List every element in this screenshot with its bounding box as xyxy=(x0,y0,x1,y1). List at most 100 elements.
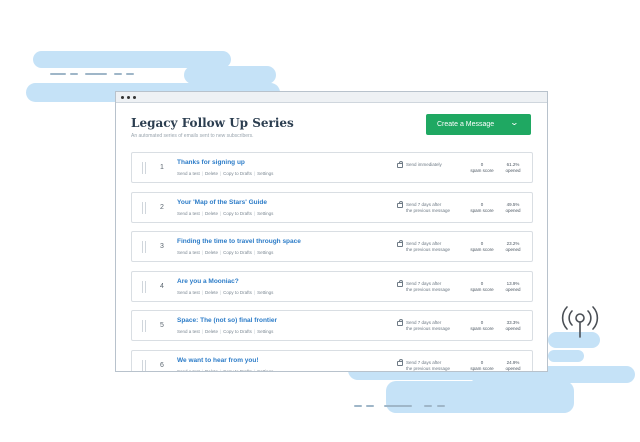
create-message-label: Create a Message xyxy=(437,121,495,128)
settings-link[interactable]: Settings xyxy=(257,290,273,295)
send-test-link[interactable]: Send a test xyxy=(177,250,200,255)
opened-rate-label: opened xyxy=(505,365,521,371)
copy-to-drafts-link[interactable]: Copy to Drafts xyxy=(223,290,252,295)
send-schedule-line1: Send 7 days after xyxy=(406,280,442,286)
send-test-link[interactable]: Send a test xyxy=(177,290,200,295)
message-title-link[interactable]: Are you a Mooniac? xyxy=(177,278,239,285)
copy-to-drafts-link[interactable]: Copy to Drafts xyxy=(223,171,252,176)
message-number: 1 xyxy=(160,164,164,171)
opened-rate-label: opened xyxy=(505,247,521,252)
message-row[interactable]: 3 Finding the time to travel through spa… xyxy=(131,231,533,262)
send-schedule: Send 7 days after the previous message xyxy=(406,241,466,253)
window-dot-icon xyxy=(133,95,136,99)
opened-rate-label: opened xyxy=(505,326,521,331)
spam-score-label: spam score xyxy=(470,247,494,252)
message-row[interactable]: 4 Are you a Mooniac? Send a test | Delete |… xyxy=(131,270,533,302)
message-title-link[interactable]: Space: The (not so) final frontier xyxy=(177,317,277,324)
create-message-button[interactable]: Create a Message ⌄ xyxy=(426,114,531,135)
message-actions: Send a test | Delete | Copy to Drafts | Settin… xyxy=(177,211,273,216)
send-test-link[interactable]: Send a test xyxy=(177,171,200,176)
spam-score-label: spam score xyxy=(470,207,494,213)
message-title-link[interactable]: We want to hear from you! xyxy=(177,357,259,364)
spam-score-label: spam score xyxy=(470,326,494,331)
send-schedule-line2: the previous message xyxy=(406,365,451,371)
send-test-link[interactable]: Send a test xyxy=(177,329,200,334)
app-window: Legacy Follow Up Series An automated ser… xyxy=(115,91,548,372)
message-title-link[interactable]: Finding the time to travel through space xyxy=(177,238,301,245)
send-schedule: Send 7 days after the previous message xyxy=(406,320,466,332)
window-dot-icon xyxy=(127,95,130,99)
calendar-icon xyxy=(397,161,403,168)
window-dot-icon xyxy=(121,95,124,99)
message-number: 2 xyxy=(160,203,164,211)
send-test-link[interactable]: Send a test xyxy=(177,369,200,372)
message-actions: Send a test | Delete | Copy to Drafts | Settin… xyxy=(177,250,273,255)
message-number: 4 xyxy=(160,282,164,290)
message-row[interactable]: 5 Space: The (not so) final frontier Sen… xyxy=(131,310,533,341)
delete-link[interactable]: Delete xyxy=(205,250,218,255)
calendar-icon xyxy=(397,319,403,326)
copy-to-drafts-link[interactable]: Copy to Drafts xyxy=(223,211,252,216)
drag-handle-icon[interactable] xyxy=(142,201,146,214)
spam-score-label: spam score xyxy=(470,365,494,371)
drag-handle-icon[interactable] xyxy=(142,241,146,253)
opened-rate-label: opened xyxy=(505,207,521,213)
message-row[interactable]: 2 Your 'Map of the Stars' Guide Send a t… xyxy=(131,191,533,223)
calendar-icon xyxy=(397,279,403,287)
copy-to-drafts-link[interactable]: Copy to Drafts xyxy=(223,250,252,255)
message-actions: Send a test | Delete | Copy to Drafts | Settin… xyxy=(177,329,273,334)
opened-rate-value: 49.5% xyxy=(506,201,520,207)
send-schedule: Send immediately xyxy=(406,162,466,168)
message-row[interactable]: 6 We want to hear from you! Send a test |… xyxy=(131,349,533,372)
spam-score-label: spam score xyxy=(470,286,494,292)
page-title: Legacy Follow Up Series xyxy=(131,116,294,130)
opened-rate-label: opened xyxy=(505,286,521,292)
send-test-link[interactable]: Send a test xyxy=(177,211,200,216)
settings-link[interactable]: Settings xyxy=(257,171,273,176)
calendar-icon xyxy=(397,240,403,247)
send-schedule-line2: the previous message xyxy=(406,247,451,252)
opened-rate-value: 24.9% xyxy=(506,359,520,365)
delete-link[interactable]: Delete xyxy=(205,329,218,334)
calendar-icon xyxy=(397,358,403,366)
opened-rate-value: 61.2% xyxy=(506,162,520,167)
send-schedule: Send 7 days after the previous message xyxy=(406,281,466,293)
drag-handle-icon[interactable] xyxy=(142,359,146,371)
settings-link[interactable]: Settings xyxy=(257,329,273,334)
message-actions: Send a test | Delete | Copy to Drafts | Settin… xyxy=(177,171,273,176)
send-schedule-line1: Send immediately xyxy=(406,162,442,167)
send-schedule-line1: Send 7 days after xyxy=(406,241,442,246)
opened-rate-value: 13.9% xyxy=(506,280,520,286)
delete-link[interactable]: Delete xyxy=(205,369,218,372)
page-header: Legacy Follow Up Series An automated ser… xyxy=(131,114,531,142)
message-list: 1 Thanks for signing up Send a test | Dele… xyxy=(131,152,533,372)
drag-handle-icon[interactable] xyxy=(142,320,146,332)
message-row[interactable]: 1 Thanks for signing up Send a test | Dele… xyxy=(131,152,533,183)
message-number: 6 xyxy=(160,361,164,369)
send-schedule: Send 7 days after the previous message xyxy=(406,202,466,214)
settings-link[interactable]: Settings xyxy=(257,369,273,372)
antenna-icon xyxy=(561,306,599,338)
message-number: 5 xyxy=(160,322,164,329)
message-title-link[interactable]: Your 'Map of the Stars' Guide xyxy=(177,199,267,206)
send-schedule-line2: the previous message xyxy=(406,286,451,292)
send-schedule-line1: Send 7 days after xyxy=(406,201,442,207)
settings-link[interactable]: Settings xyxy=(257,211,273,216)
drag-handle-icon[interactable] xyxy=(142,280,146,293)
delete-link[interactable]: Delete xyxy=(205,290,218,295)
chevron-down-icon[interactable]: ⌄ xyxy=(510,118,519,127)
message-title-link[interactable]: Thanks for signing up xyxy=(177,159,245,166)
copy-to-drafts-link[interactable]: Copy to Drafts xyxy=(223,329,252,334)
settings-link[interactable]: Settings xyxy=(257,250,273,255)
delete-link[interactable]: Delete xyxy=(205,211,218,216)
window-titlebar xyxy=(116,92,547,103)
send-schedule: Send 7 days after the previous message xyxy=(406,360,466,372)
send-schedule-line2: the previous message xyxy=(406,207,451,213)
delete-link[interactable]: Delete xyxy=(205,171,218,176)
message-actions: Send a test | Delete | Copy to Drafts | Settin… xyxy=(177,290,273,295)
drag-handle-icon[interactable] xyxy=(142,162,146,174)
spam-score-label: spam score xyxy=(470,168,494,173)
opened-rate-value: 23.2% xyxy=(506,241,520,246)
send-schedule-line2: the previous message xyxy=(406,326,451,331)
copy-to-drafts-link[interactable]: Copy to Drafts xyxy=(223,369,252,372)
